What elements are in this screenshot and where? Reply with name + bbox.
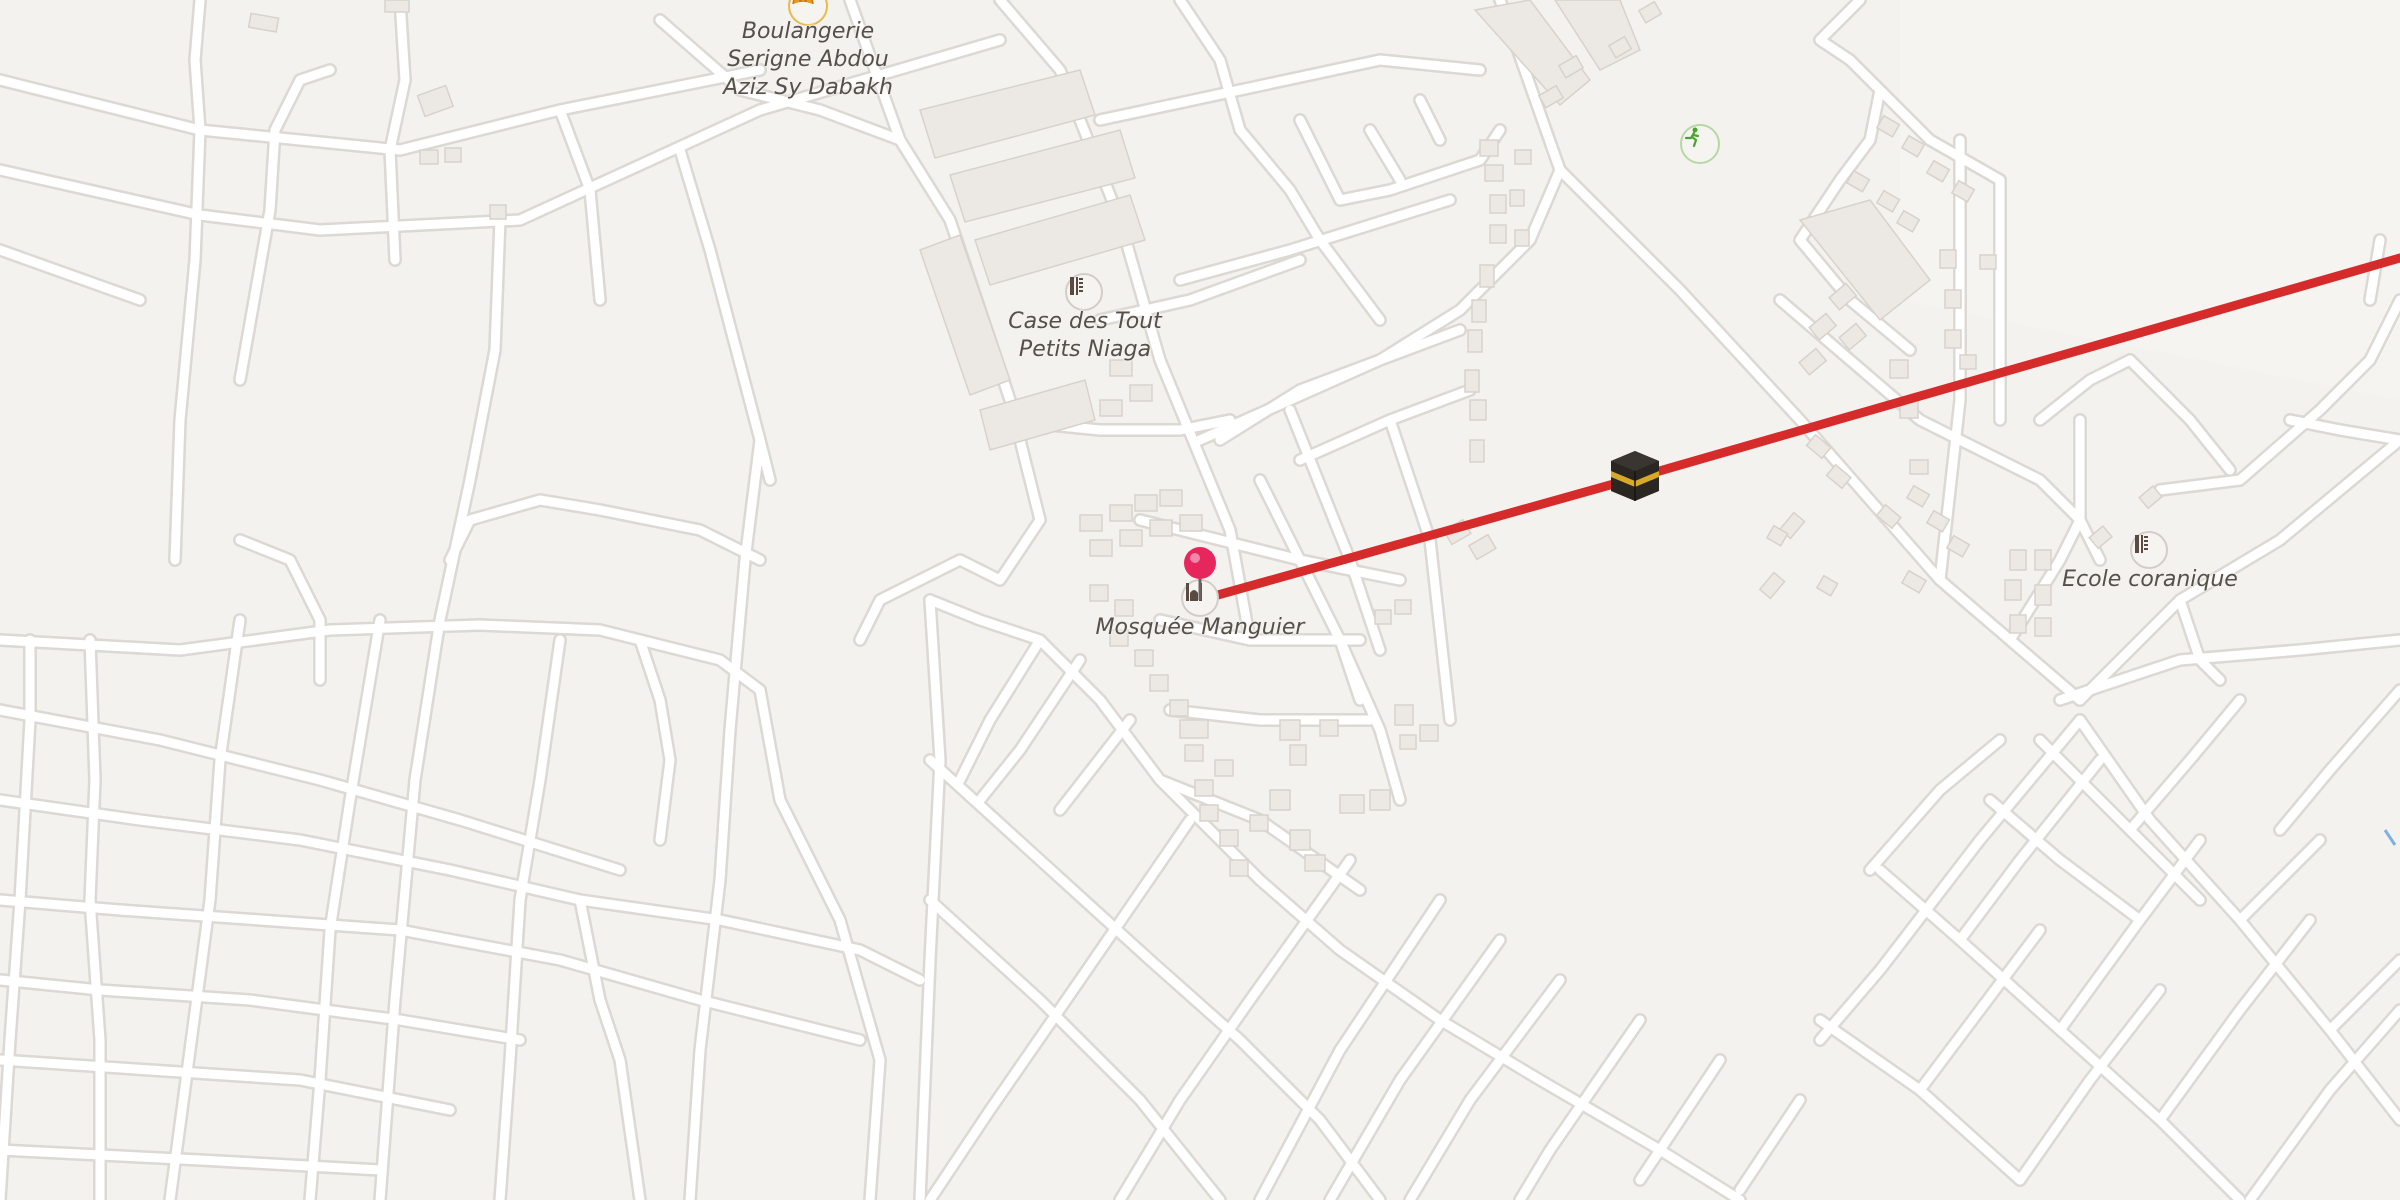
map-canvas[interactable]: Boulangerie Serigne Abdou Aziz Sy Dabakh… [0, 0, 2400, 1200]
poi-label-ecole: Ecole coranique [2062, 567, 2238, 592]
poi-label-line: Aziz Sy Dabakh [723, 75, 893, 100]
sports-pitch-icon[interactable] [1680, 124, 1720, 164]
school-icon[interactable] [1065, 273, 1103, 311]
poi-label-line: Case des Tout [1008, 309, 1162, 334]
kaaba-icon[interactable] [1607, 447, 1663, 505]
poi-label-line: Boulangerie [741, 19, 875, 44]
poi-label-mosquee: Mosquée Manguier [1095, 615, 1305, 640]
poi-label-boulangerie: Boulangerie Serigne Abdou Aziz Sy Dabakh [723, 18, 893, 102]
poi-label-case-des-tout: Case des Tout Petits Niaga [1008, 308, 1162, 364]
poi-label-line: Serigne Abdou [727, 47, 889, 72]
location-pin-icon[interactable] [1183, 546, 1217, 602]
school-icon[interactable] [2130, 531, 2168, 569]
poi-label-line: Petits Niaga [1018, 337, 1152, 362]
